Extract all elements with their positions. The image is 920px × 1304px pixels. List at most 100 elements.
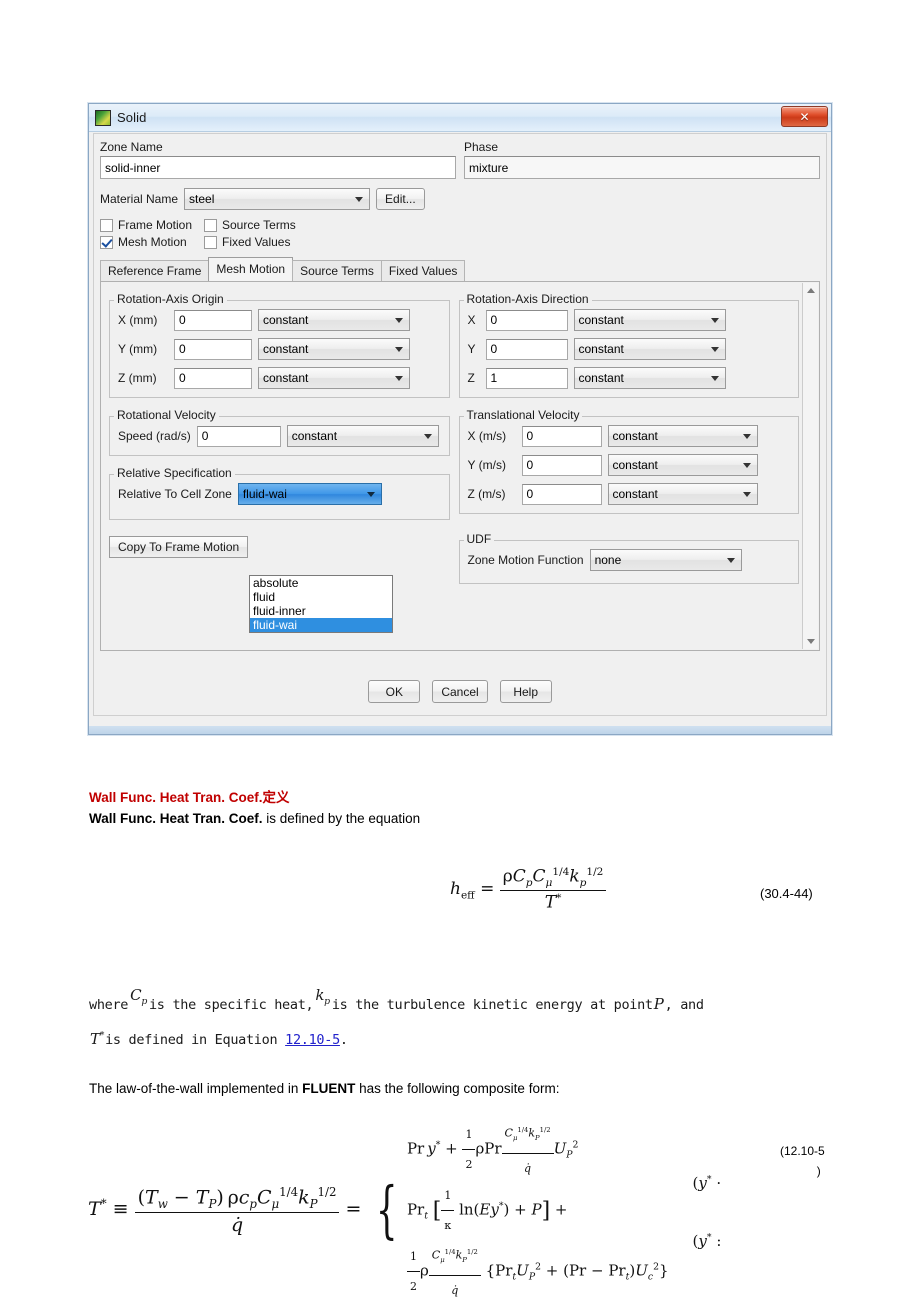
relative-specification-group: Relative Specification Relative To Cell … (109, 466, 450, 520)
rad-z-profile-combo[interactable]: constant (573, 367, 726, 389)
dropdown-option-absolute[interactable]: absolute (250, 576, 392, 590)
checkbox-mesh-motion-box[interactable] (100, 235, 113, 249)
section-heading-en: Wall Func. Heat Tran. Coef. (89, 790, 263, 805)
rad-y-profile-value: constant (578, 342, 624, 356)
checkbox-mesh-motion[interactable]: Mesh Motion (100, 235, 204, 249)
tv-z-input[interactable]: 0 (521, 483, 602, 505)
checkbox-frame-motion[interactable]: Frame Motion (100, 218, 204, 232)
scroll-down-icon[interactable] (803, 634, 818, 649)
section-heading-red: Wall Func. Heat Tran. Coef.定义 (89, 786, 290, 806)
close-icon: ✕ (799, 109, 810, 124)
ok-button[interactable]: OK (368, 680, 421, 703)
tv-row-x: X (m/s) 0 constant (468, 425, 791, 447)
tab-source-terms[interactable]: Source Terms (292, 260, 382, 282)
tv-z-profile-combo[interactable]: constant (607, 483, 758, 505)
tv-x-input[interactable]: 0 (521, 425, 602, 447)
tv-x-label: X (m/s) (467, 429, 507, 443)
close-button[interactable]: ✕ (781, 106, 828, 127)
checkbox-fixed-values-label: Fixed Values (222, 235, 291, 249)
phase-group: Phase mixture (464, 140, 820, 179)
udf-row: Zone Motion Function none (468, 549, 791, 571)
checkbox-fixed-values-box[interactable] (204, 235, 217, 249)
tab-mesh-motion[interactable]: Mesh Motion (208, 257, 294, 281)
rad-y-label: Y (467, 342, 476, 356)
solid-zone-dialog: Solid ✕ Zone Name solid-inner Phase mixt… (88, 103, 832, 735)
checkbox-source-terms[interactable]: Source Terms (204, 218, 308, 232)
section-heading-cjk: 定义 (262, 790, 290, 805)
zone-name-label: Zone Name (100, 140, 163, 154)
chevron-down-icon (710, 317, 719, 323)
relative-to-cell-zone-dropdown-list[interactable]: absolute fluid fluid-inner fluid-wai (249, 575, 393, 633)
rotational-velocity-title: Rotational Velocity (114, 408, 219, 422)
rao-z-input[interactable]: 0 (174, 367, 252, 389)
dropdown-option-fluid-inner[interactable]: fluid-inner (250, 604, 392, 618)
rad-z-input[interactable]: 1 (485, 367, 568, 389)
rad-z-profile-value: constant (578, 371, 624, 385)
rv-speed-profile-combo[interactable]: constant (286, 425, 439, 447)
rv-row-speed: Speed (rad/s) 0 constant (118, 425, 441, 447)
chevron-down-icon (395, 317, 403, 323)
rotation-axis-origin-group: Rotation-Axis Origin X (mm) 0 constant Y… (109, 292, 450, 398)
dialog-titlebar[interactable]: Solid ✕ (89, 104, 831, 132)
rao-y-profile-combo[interactable]: constant (258, 338, 410, 360)
rad-x-profile-value: constant (578, 313, 624, 327)
rao-z-label: Z (mm) (118, 371, 157, 385)
udf-title: UDF (463, 532, 495, 546)
checkbox-source-terms-box[interactable] (204, 218, 217, 232)
copy-to-frame-motion-button[interactable]: Copy To Frame Motion (109, 536, 249, 558)
dialog-title: Solid (117, 110, 147, 125)
tv-y-input[interactable]: 0 (521, 454, 602, 476)
translational-velocity-group: Translational Velocity X (m/s) 0 constan… (458, 408, 799, 514)
checkbox-row-1: Frame Motion Source Terms (100, 218, 820, 232)
tab-reference-frame[interactable]: Reference Frame (100, 260, 210, 282)
dropdown-option-fluid-wai[interactable]: fluid-wai (250, 618, 392, 632)
dropdown-option-fluid[interactable]: fluid (250, 590, 392, 604)
panel-scrollbar[interactable] (802, 283, 818, 649)
rao-y-input[interactable]: 0 (174, 338, 252, 360)
where-mid-2: is the turbulence kinetic energy at poin… (331, 997, 653, 1013)
zone-motion-function-combo[interactable]: none (589, 549, 742, 571)
relative-to-cell-zone-combo[interactable]: fluid-wai (237, 483, 382, 505)
chevron-down-icon (726, 557, 735, 563)
rao-x-input[interactable]: 0 (174, 309, 252, 331)
copy-to-frame-motion-wrap: Copy To Frame Motion (109, 536, 450, 558)
checkbox-fixed-values[interactable]: Fixed Values (204, 235, 308, 249)
fluent-product-name: FLUENT (302, 1081, 356, 1096)
rad-y-profile-combo[interactable]: constant (573, 338, 726, 360)
rao-z-profile-combo[interactable]: constant (258, 367, 410, 389)
tab-fixed-values[interactable]: Fixed Values (380, 260, 466, 282)
equation-tstar-number-close: ) (816, 1164, 821, 1178)
rad-y-input[interactable]: 0 (485, 338, 568, 360)
rad-row-x: X 0 constant (468, 309, 791, 331)
cancel-button[interactable]: Cancel (432, 680, 488, 703)
zone-name-input[interactable]: solid-inner (100, 156, 456, 179)
tv-y-profile-combo[interactable]: constant (607, 454, 758, 476)
chevron-down-icon (355, 196, 364, 202)
rao-z-profile-value: constant (263, 371, 309, 385)
phase-input[interactable]: mixture (464, 156, 820, 179)
rv-speed-input[interactable]: 0 (196, 425, 281, 447)
material-name-row: Material Name steel Edit... (100, 188, 820, 210)
tv-z-label: Z (m/s) (467, 487, 506, 501)
rao-row-x: X (mm) 0 constant (118, 309, 441, 331)
chevron-down-icon (366, 491, 375, 497)
material-name-combo[interactable]: steel (184, 188, 371, 210)
scroll-up-icon[interactable] (803, 283, 818, 298)
zone-motion-function-value: none (594, 553, 622, 567)
rad-x-profile-combo[interactable]: constant (573, 309, 726, 331)
help-button[interactable]: Help (499, 680, 552, 703)
equation-cross-reference-link[interactable]: 12.10-5 (285, 1032, 340, 1048)
panel-right-column: Rotation-Axis Direction X 0 constant Y 0 (458, 288, 799, 584)
tv-x-profile-combo[interactable]: constant (607, 425, 758, 447)
material-edit-button[interactable]: Edit... (376, 188, 425, 210)
chevron-down-icon (423, 433, 432, 439)
checkbox-frame-motion-box[interactable] (100, 218, 113, 232)
rad-x-label: X (467, 313, 476, 327)
rao-x-profile-combo[interactable]: constant (258, 309, 410, 331)
where2-end: . (339, 1032, 348, 1048)
equation-tstar-number-open: (12.10-5 (780, 1144, 825, 1158)
where-prefix: where (89, 997, 129, 1013)
rad-x-input[interactable]: 0 (485, 309, 568, 331)
checkbox-mesh-motion-label: Mesh Motion (118, 235, 187, 249)
rv-speed-label: Speed (rad/s) (118, 429, 191, 443)
